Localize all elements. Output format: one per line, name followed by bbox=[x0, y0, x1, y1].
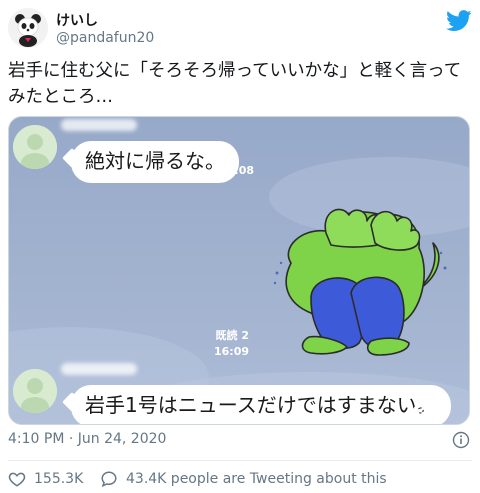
info-icon[interactable] bbox=[452, 431, 470, 449]
tweet-timestamp[interactable]: 4:10 PM · Jun 24, 2020 bbox=[8, 431, 166, 447]
sender-avatar[interactable] bbox=[13, 125, 57, 169]
tweeting-about-text: 43.4K people are Tweeting about this bbox=[126, 471, 387, 487]
message-1-time: 16:08 bbox=[219, 164, 255, 177]
message-2-time: 16:09 bbox=[405, 404, 441, 417]
read-receipt-time: 16:09 bbox=[213, 345, 249, 358]
tweet-text: 岩手に住む父に「そろそろ帰っていいかな」と軽く言ってみたところ… bbox=[8, 61, 462, 107]
frog-sticker bbox=[273, 208, 447, 356]
speech-bubble-icon bbox=[101, 471, 117, 488]
sender-avatar-2[interactable] bbox=[13, 369, 57, 413]
read-receipt-label: 既読 2 bbox=[215, 329, 249, 342]
tweeting-about-link[interactable]: 43.4K people are Tweeting about this bbox=[100, 470, 387, 488]
panda-avatar-icon bbox=[8, 8, 48, 48]
default-person-icon bbox=[13, 125, 57, 169]
chat-bubble-1: 絶対に帰るな。 bbox=[71, 141, 239, 183]
heart-icon bbox=[8, 472, 26, 487]
default-person-icon bbox=[13, 369, 57, 413]
tweet-image[interactable]: 絶対に帰るな。 16:08 既読 2 16:09 岩手1号はニュースだけではすま… bbox=[8, 116, 470, 425]
sender-name-blurred bbox=[61, 119, 137, 131]
user-handle[interactable]: @pandafun20 bbox=[56, 30, 154, 46]
sender-name-blurred-2 bbox=[61, 363, 137, 375]
display-name[interactable]: けいし bbox=[56, 10, 98, 30]
chat-bubble-2: 岩手1号はニュースだけではすまない。 bbox=[71, 385, 451, 424]
like-button[interactable]: 155.3K bbox=[8, 470, 83, 488]
divider bbox=[8, 460, 472, 461]
like-count: 155.3K bbox=[34, 471, 84, 487]
avatar[interactable] bbox=[8, 8, 48, 48]
twitter-bird-icon[interactable] bbox=[446, 10, 472, 32]
